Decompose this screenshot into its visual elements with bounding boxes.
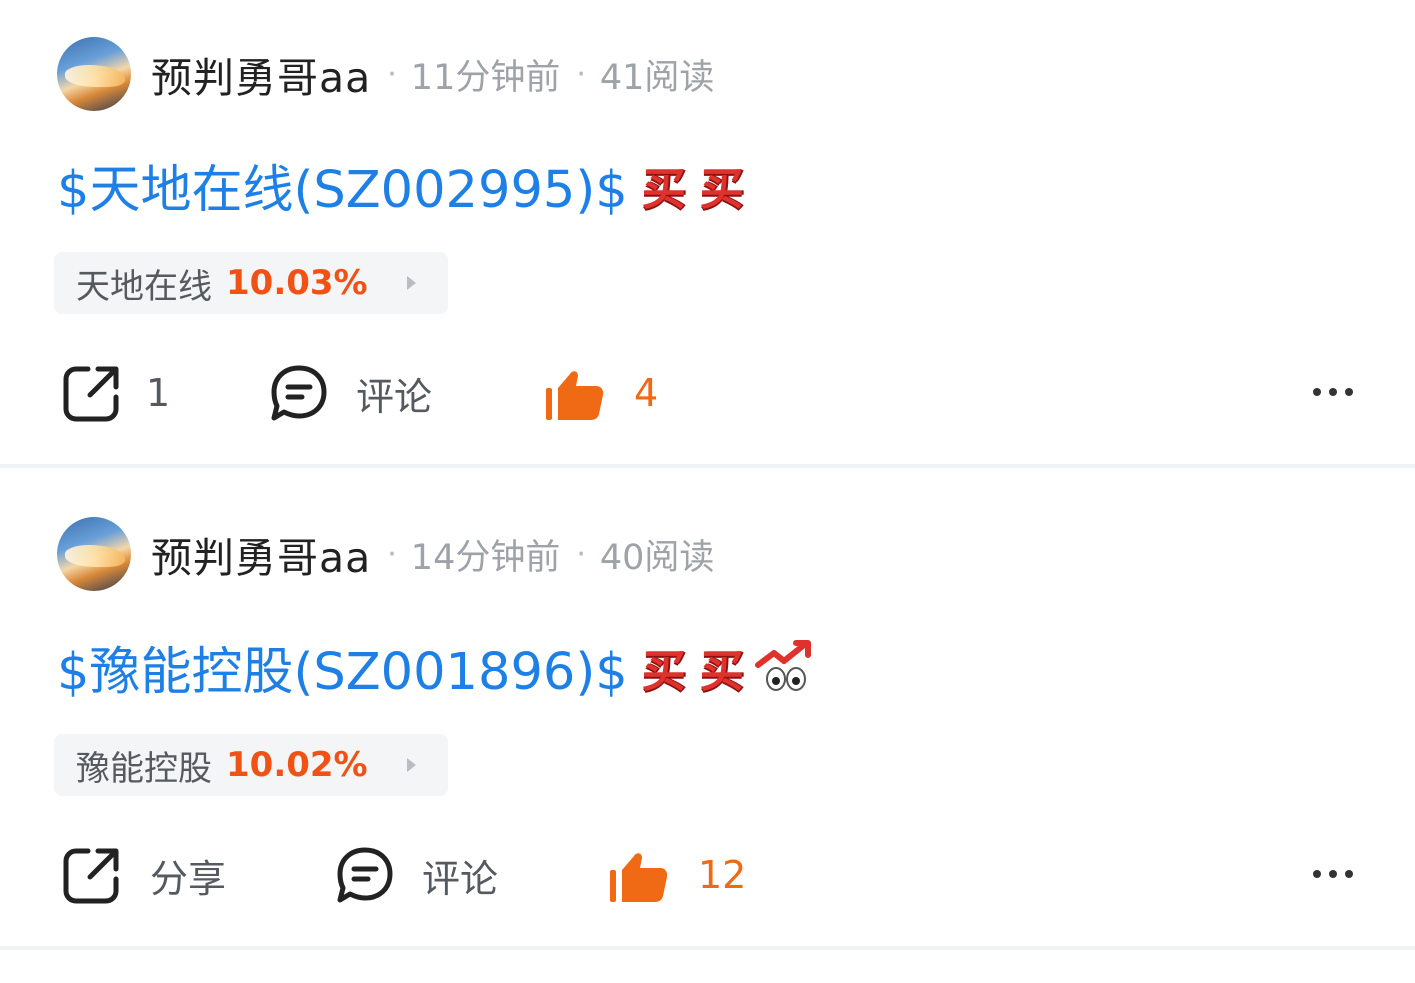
buy-emoji-icon: 买 bbox=[699, 164, 744, 215]
like-button[interactable]: 12 bbox=[608, 840, 746, 910]
comment-button[interactable]: 评论 bbox=[334, 840, 498, 910]
avatar[interactable] bbox=[57, 517, 131, 591]
separator-dot: · bbox=[387, 56, 397, 92]
thumbs-up-icon bbox=[610, 853, 668, 902]
comment-label: 评论 bbox=[422, 856, 499, 901]
like-button[interactable]: 4 bbox=[544, 358, 658, 428]
action-bar: 1 评论 4 bbox=[0, 358, 1415, 428]
action-bar: 分享 评论 12 bbox=[0, 840, 1415, 910]
share-count: 1 bbox=[146, 371, 171, 415]
more-dots-icon[interactable] bbox=[1313, 388, 1353, 396]
chevron-right-icon bbox=[407, 276, 416, 290]
like-count: 12 bbox=[698, 853, 747, 897]
post-header: 预判勇哥aa · 14分钟前 · 40阅读 bbox=[57, 516, 714, 592]
comment-button[interactable]: 评论 bbox=[268, 358, 432, 428]
chip-change-percent: 10.02% bbox=[226, 745, 368, 785]
separator-dot: · bbox=[576, 536, 586, 572]
comment-label: 评论 bbox=[356, 374, 433, 419]
feed-post[interactable]: 预判勇哥aa · 11分钟前 · 41阅读 $天地在线(SZ002995)$ 买… bbox=[0, 0, 1415, 468]
post-time: 14分钟前 bbox=[410, 537, 561, 578]
buy-emoji-icon: 买 bbox=[641, 646, 686, 697]
chevron-right-icon bbox=[407, 758, 416, 772]
chip-change-percent: 10.03% bbox=[226, 263, 368, 303]
share-button[interactable]: 分享 bbox=[60, 840, 226, 910]
stock-link[interactable]: $豫能控股(SZ001896)$ bbox=[57, 630, 628, 704]
stock-link[interactable]: $天地在线(SZ002995)$ bbox=[57, 148, 628, 222]
separator-dot: · bbox=[387, 536, 397, 572]
avatar[interactable] bbox=[57, 37, 131, 111]
stock-quote-chip[interactable]: 天地在线 10.03% bbox=[54, 252, 448, 314]
share-button[interactable]: 1 bbox=[60, 358, 170, 428]
chip-stock-name: 天地在线 bbox=[76, 266, 212, 307]
read-count: 41阅读 bbox=[599, 57, 715, 98]
stock-quote-chip[interactable]: 豫能控股 10.02% bbox=[54, 734, 448, 796]
chip-stock-name: 豫能控股 bbox=[76, 748, 212, 789]
post-title[interactable]: $天地在线(SZ002995)$ 买 买 bbox=[57, 148, 744, 222]
separator-dot: · bbox=[576, 56, 586, 92]
post-header: 预判勇哥aa · 11分钟前 · 41阅读 bbox=[57, 36, 714, 112]
buy-emoji-icon: 买 bbox=[699, 646, 744, 697]
thumbs-up-icon bbox=[546, 371, 604, 420]
post-time: 11分钟前 bbox=[410, 57, 561, 98]
post-title[interactable]: $豫能控股(SZ001896)$ 买 买 bbox=[57, 630, 818, 704]
username[interactable]: 预判勇哥aa bbox=[151, 524, 371, 584]
more-dots-icon[interactable] bbox=[1313, 870, 1353, 878]
like-count: 4 bbox=[634, 371, 659, 415]
share-icon bbox=[63, 366, 119, 422]
share-label: 分享 bbox=[150, 856, 227, 901]
rising-trend-eyes-icon bbox=[754, 639, 818, 695]
buy-emoji-icon: 买 bbox=[641, 164, 686, 215]
share-icon bbox=[63, 848, 119, 904]
username[interactable]: 预判勇哥aa bbox=[151, 44, 371, 104]
comment-icon bbox=[337, 847, 393, 903]
comment-icon bbox=[271, 365, 327, 421]
read-count: 40阅读 bbox=[599, 537, 715, 578]
feed-post[interactable]: 预判勇哥aa · 14分钟前 · 40阅读 $豫能控股(SZ001896)$ 买… bbox=[0, 468, 1415, 950]
